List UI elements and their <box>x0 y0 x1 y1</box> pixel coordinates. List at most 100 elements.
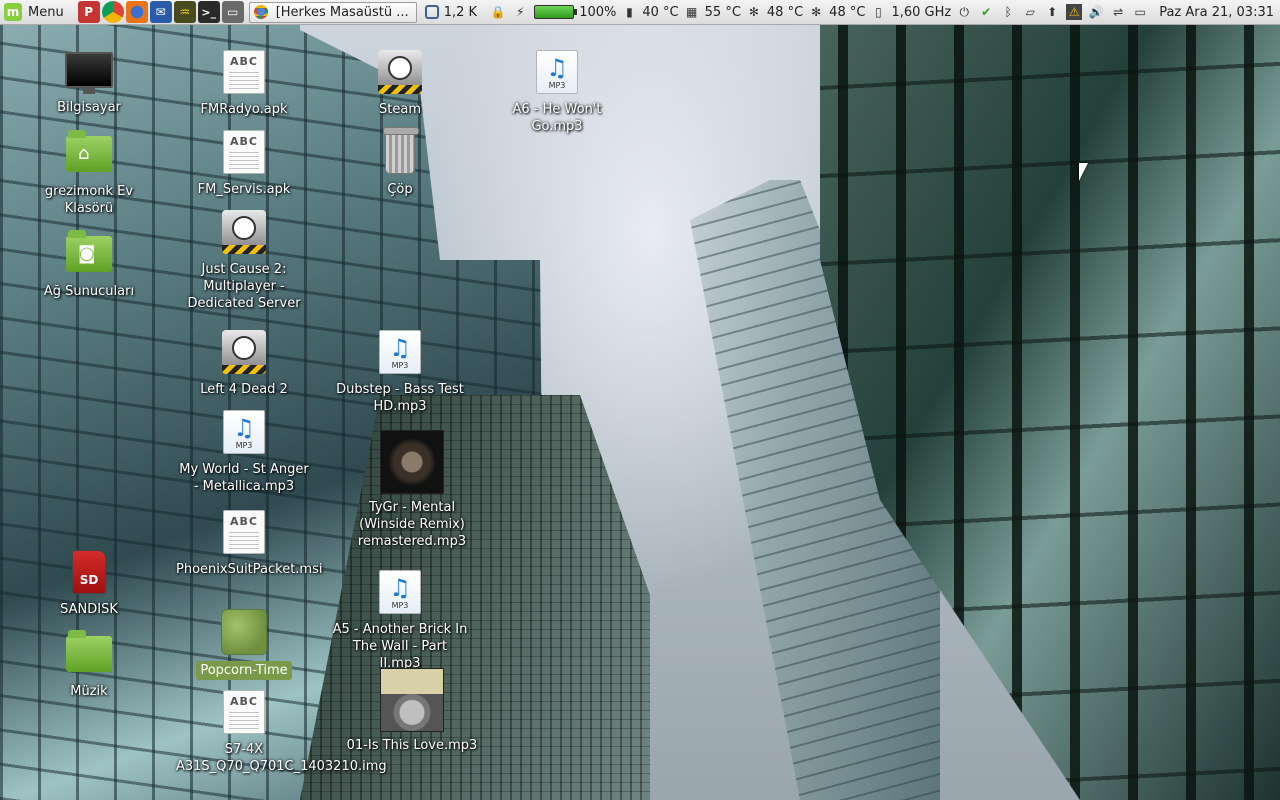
temp-1: 40 °C <box>642 4 679 20</box>
chrome-tab-icon <box>253 5 268 19</box>
desktop-icon-label: Just Cause 2: Multiplayer - Dedicated Se… <box>187 262 301 311</box>
mouse-cursor-icon <box>1079 163 1088 181</box>
thunderbird-icon[interactable]: ✉ <box>149 1 172 23</box>
steam-icon <box>378 50 422 94</box>
battery-icon[interactable] <box>534 5 578 19</box>
top-panel: m Menu P ✉ ♒ >_ ▭ [Herkes Masaüstü ... 1… <box>0 0 1280 25</box>
desktop-icon-label: 01-Is This Love.mp3 <box>346 738 478 753</box>
temp-2: 55 °C <box>704 4 741 20</box>
desktop-icon-label: Steam <box>379 102 421 117</box>
mp3-icon: ♫ MP3 <box>379 570 421 614</box>
chip-temp-icon: ▦ <box>685 5 698 19</box>
menu-label: Menu <box>28 4 64 20</box>
desktop-icon-network[interactable]: ◙ Ağ Sunucuları <box>19 230 159 300</box>
battery-percent: 100% <box>579 4 617 20</box>
firefox-icon[interactable] <box>125 1 148 23</box>
desktop-icon-label: PhoenixSuitPacket.msi <box>176 562 323 577</box>
wallpaper-building-right <box>820 0 1280 800</box>
desktop-icon-fmradyo[interactable]: ABC FMRadyo.apk <box>174 48 314 118</box>
display-icon[interactable]: ▭ <box>1132 4 1148 20</box>
power-plug-icon[interactable]: ⚡ <box>512 4 528 20</box>
notification-icon[interactable]: ⚠ <box>1066 4 1083 20</box>
cpu-freq-icon: ▯ <box>875 5 882 19</box>
disk-temp-icon: ▮ <box>626 5 633 19</box>
desktop-icon-l4d2[interactable]: Left 4 Dead 2 <box>174 328 314 398</box>
desktop-icon-music[interactable]: Müzik <box>19 630 159 700</box>
update-arrow-icon[interactable]: ⬆ <box>1044 4 1060 20</box>
desktop-icon-label: grezimonk Ev Klasörü <box>44 184 134 216</box>
desktop-icon-steam[interactable]: Steam <box>330 48 470 118</box>
steam-icon <box>222 210 266 254</box>
lock-icon[interactable]: 🔒 <box>490 4 506 20</box>
document-icon: ABC <box>223 130 265 174</box>
desktop-icon-label: SANDISK <box>60 602 118 617</box>
fan-icon-2: ✻ <box>811 5 822 19</box>
desktop-icon-anotherbrick-mp3[interactable]: ♫ MP3 A5 - Another Brick In The Wall - Pa… <box>330 568 470 672</box>
desktop-icon-label: Dubstep - Bass Test HD.mp3 <box>336 382 464 414</box>
wallpaper-tower-right <box>690 180 940 800</box>
power-icon[interactable]: ⏻ <box>956 4 972 20</box>
mint-logo-icon: m <box>4 3 22 21</box>
music-folder-icon <box>66 630 112 672</box>
desktop-icon-s7-img[interactable]: ABC S7-4X A31S_Q70_Q701C_1403210.img <box>174 688 387 775</box>
desktop-icon-dubstep-mp3[interactable]: ♫ MP3 Dubstep - Bass Test HD.mp3 <box>330 328 470 415</box>
album-art-icon <box>380 668 444 732</box>
chrome-icon[interactable] <box>101 1 124 23</box>
desktop-icon-hewontgo-mp3[interactable]: ♫ MP3 A6 - He Won't Go.mp3 <box>487 48 627 135</box>
network-folder-icon: ◙ <box>66 230 112 272</box>
desktop-icon-label: My World - St Anger - Metallica.mp3 <box>179 462 309 494</box>
desktop-icon-label: A6 - He Won't Go.mp3 <box>512 102 602 134</box>
desktop-icon-label: Left 4 Dead 2 <box>200 382 288 397</box>
popcorn-icon <box>221 609 267 655</box>
shield-check-icon[interactable]: ✔ <box>978 4 994 20</box>
fan-icon: ✻ <box>748 5 759 19</box>
window-title: [Herkes Masaüstü ... <box>275 4 409 20</box>
desktop-icon-tygr-mp3[interactable]: TyGr - Mental (Winside Remix) remastered… <box>342 430 482 550</box>
system-monitor-icon[interactable]: ♒ <box>173 1 196 23</box>
desktop-icon-label: FMRadyo.apk <box>200 102 288 117</box>
temp-4: 48 °C <box>829 4 866 20</box>
mp3-icon: ♫ MP3 <box>223 410 265 454</box>
sd-card-icon: SD <box>72 550 106 594</box>
document-icon: ABC <box>223 50 265 94</box>
desktop-icon-trash[interactable]: Çöp <box>330 127 470 198</box>
pdf-reader-icon[interactable]: P <box>77 1 100 23</box>
file-manager-icon[interactable]: ▭ <box>221 1 244 23</box>
desktop-icon-isthislove-mp3[interactable]: 01-Is This Love.mp3 <box>342 668 482 754</box>
desktop-icon-justcause2[interactable]: Just Cause 2: Multiplayer - Dedicated Se… <box>174 208 314 312</box>
terminal-icon[interactable]: >_ <box>197 1 220 23</box>
desktop-icon-fmservis[interactable]: ABC FM_Servis.apk <box>174 128 314 198</box>
trash-icon <box>383 127 419 174</box>
network-speed-icon <box>424 5 439 19</box>
home-folder-icon: ⌂ <box>66 130 112 172</box>
document-icon: ABC <box>223 690 265 734</box>
album-art-icon <box>380 430 444 494</box>
desktop-icon-label: S7-4X A31S_Q70_Q701C_1403210.img <box>176 742 387 774</box>
desktop-icon-sandisk[interactable]: SD SANDISK <box>19 548 159 618</box>
steam-icon <box>222 330 266 374</box>
desktop-icon-label: Çöp <box>387 182 413 197</box>
taskbar-window-chrome[interactable]: [Herkes Masaüstü ... <box>248 1 417 23</box>
menu-button[interactable]: m Menu <box>0 0 68 25</box>
desktop-icon-myworld-mp3[interactable]: ♫ MP3 My World - St Anger - Metallica.mp3 <box>174 408 314 495</box>
desktop-icon-home[interactable]: ⌂ grezimonk Ev Klasörü <box>19 130 159 217</box>
temp-3: 48 °C <box>766 4 804 20</box>
desktop-icon-label: TyGr - Mental (Winside Remix) remastered… <box>357 500 467 549</box>
computer-icon <box>65 52 113 94</box>
system-tray: 🔒 ⚡ 100% ▮ 40 °C ▦ 55 °C ✻ 48 °C ✻ 48 °C… <box>487 0 1280 25</box>
document-icon: ABC <box>223 510 265 554</box>
desktop-icon-computer[interactable]: Bilgisayar <box>19 46 159 116</box>
clock[interactable]: Paz Ara 21, 03:31 <box>1159 5 1274 20</box>
bluetooth-icon[interactable]: ᛒ <box>1000 4 1016 20</box>
mp3-icon: ♫ MP3 <box>379 330 421 374</box>
desktop-icon-label: Ağ Sunucuları <box>43 284 135 299</box>
desktop-icon-label: Bilgisayar <box>57 100 121 115</box>
clipboard-icon[interactable]: ▱ <box>1022 4 1038 20</box>
volume-icon[interactable]: 🔊 <box>1088 4 1104 20</box>
wired-network-icon[interactable]: ⇌ <box>1110 4 1126 20</box>
mp3-icon: ♫ MP3 <box>536 50 578 94</box>
desktop-icon-popcorn-time[interactable]: Popcorn-Time <box>174 608 314 680</box>
desktop-icon-phoenixsuit[interactable]: ABC PhoenixSuitPacket.msi <box>174 508 323 578</box>
cpu-frequency: 1,60 GHz <box>891 4 952 20</box>
net-speed-text: 1,2 K <box>443 4 478 20</box>
